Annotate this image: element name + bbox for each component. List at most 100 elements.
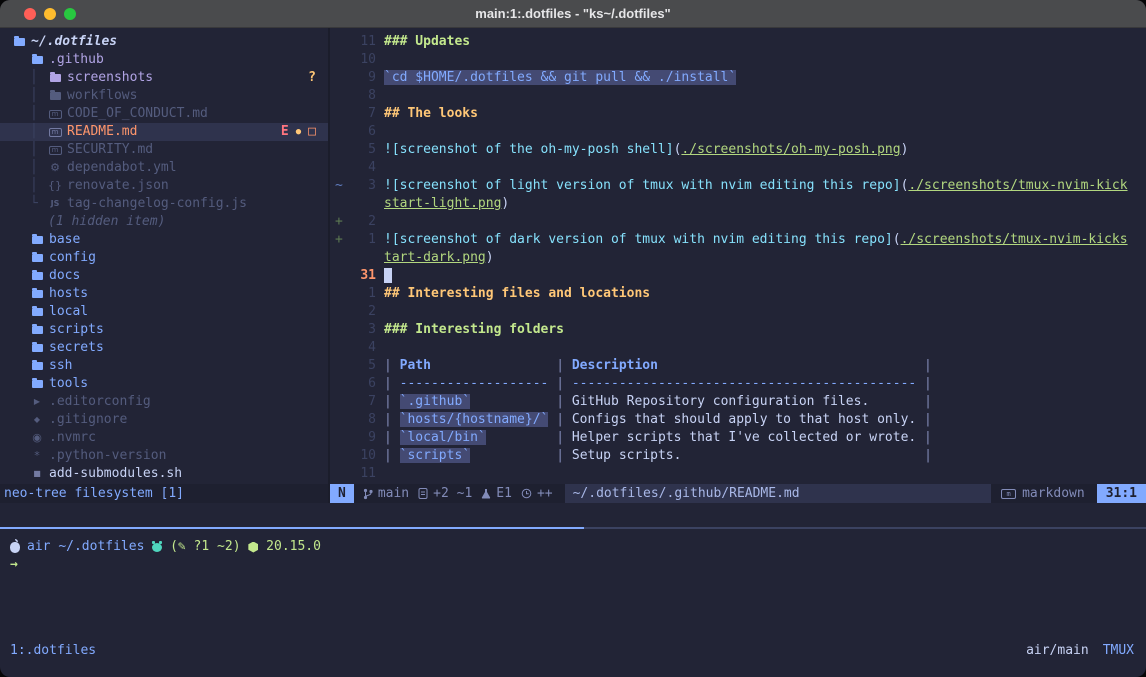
tree-item-nvmrc[interactable]: ◉.nvmrc: [0, 429, 328, 447]
tree-item-hosts[interactable]: hosts: [0, 285, 328, 303]
tree-item-1-hidden-item[interactable]: (1 hidden item): [0, 213, 328, 231]
tree-item-secrets[interactable]: secrets: [0, 339, 328, 357]
file-tree: ~/.dotfiles.github│screenshots?│workflow…: [0, 28, 328, 484]
tree-item-renovate-json[interactable]: │{}renovate.json: [0, 177, 328, 195]
gutter-sign: [330, 123, 346, 141]
editor-line[interactable]: 6| ------------------- | ---------------…: [330, 375, 1146, 393]
tree-item-scripts[interactable]: scripts: [0, 321, 328, 339]
command-line: [0, 503, 1146, 527]
tree-item-security-md[interactable]: │mSECURITY.md: [0, 141, 328, 159]
tree-item-local[interactable]: local: [0, 303, 328, 321]
tree-item-dotfiles[interactable]: ~/.dotfiles: [0, 33, 328, 51]
line-text: [384, 339, 1146, 357]
line-number: 9: [346, 429, 376, 447]
editor-line[interactable]: 31: [330, 267, 1146, 285]
shell-pane[interactable]: air ~/.dotfiles (✎ ?1 ~2) 20.15.0 →: [0, 529, 1146, 640]
tree-item-gitignore[interactable]: ◆ .gitignore: [0, 411, 328, 429]
gutter-sign: [330, 69, 346, 87]
editor-line[interactable]: 9`cd $HOME/.dotfiles && git pull && ./in…: [330, 69, 1146, 87]
tree-item-label: workflows: [67, 87, 137, 105]
editor-line[interactable]: 1## Interesting files and locations: [330, 285, 1146, 303]
line-text: ## Interesting files and locations: [384, 285, 1146, 303]
tmux-window-tab[interactable]: 1:.dotfiles: [0, 642, 96, 660]
folder-icon: [48, 92, 62, 100]
prompt-input-line[interactable]: →: [10, 556, 1146, 574]
tmux-pane-border[interactable]: [0, 527, 1146, 529]
minimize-button[interactable]: [44, 8, 56, 20]
shell-prompt: air ~/.dotfiles (✎ ?1 ~2) 20.15.0: [10, 538, 1146, 556]
md-icon: m: [48, 128, 62, 137]
editor-line[interactable]: 5![screenshot of the oh-my-posh shell](.…: [330, 141, 1146, 159]
editor-buffer[interactable]: 11### Updates109`cd $HOME/.dotfiles && g…: [330, 28, 1146, 484]
tree-item-ssh[interactable]: ssh: [0, 357, 328, 375]
tree-item-base[interactable]: base: [0, 231, 328, 249]
gutter-sign: [330, 33, 346, 51]
tree-item-tag-changelog-config-js[interactable]: └JStag-changelog-config.js: [0, 195, 328, 213]
gutter-sign: [330, 105, 346, 123]
editor-line[interactable]: 5 | Path | Description |: [330, 357, 1146, 375]
editor-line[interactable]: 11### Updates: [330, 33, 1146, 51]
cursor-position: 31:1: [1097, 484, 1146, 503]
gutter-sign: [330, 249, 346, 267]
editor-line[interactable]: +1![screenshot of dark version of tmux w…: [330, 231, 1146, 249]
tree-item-editorconfig[interactable]: ▶.editorconfig: [0, 393, 328, 411]
git-untracked-badge: ?: [308, 69, 328, 87]
editor-line[interactable]: 8: [330, 87, 1146, 105]
tree-item-tools[interactable]: tools: [0, 375, 328, 393]
active-pane-border: [0, 527, 584, 529]
editor-line[interactable]: 4: [330, 339, 1146, 357]
tree-item-code-of-conduct-md[interactable]: │mCODE_OF_CONDUCT.md: [0, 105, 328, 123]
tree-item-workflows[interactable]: │workflows: [0, 87, 328, 105]
line-number: 9: [346, 69, 376, 87]
square-icon: ■: [30, 465, 44, 483]
editor-line[interactable]: 9| `local/bin` | Helper scripts that I'v…: [330, 429, 1146, 447]
line-number: 7: [346, 105, 376, 123]
tree-item-github[interactable]: .github: [0, 51, 328, 69]
editor-line[interactable]: tart-dark.png): [330, 249, 1146, 267]
titlebar[interactable]: main:1:.dotfiles - "ks~/.dotfiles": [0, 0, 1146, 28]
node-icon: [248, 542, 258, 553]
gutter-sign: [330, 267, 346, 285]
tree-item-label: .gitignore: [49, 411, 127, 429]
terminal-content: ~/.dotfiles.github│screenshots?│workflow…: [0, 28, 1146, 677]
tree-item-screenshots[interactable]: │screenshots?: [0, 69, 328, 87]
editor-line[interactable]: 8| `hosts/{hostname}/` | Configs that sh…: [330, 411, 1146, 429]
editor-line[interactable]: 2: [330, 303, 1146, 321]
play-icon: ▶: [30, 393, 44, 411]
folder-icon: [30, 362, 44, 370]
editor-line[interactable]: start-light.png): [330, 195, 1146, 213]
tree-item-python-version[interactable]: *.python-version: [0, 447, 328, 465]
line-text: [384, 267, 1146, 285]
editor-line[interactable]: 4: [330, 159, 1146, 177]
close-button[interactable]: [24, 8, 36, 20]
diamond-icon: ◆: [30, 411, 44, 429]
line-text: start-light.png): [384, 195, 1146, 213]
tree-item-label: tag-changelog-config.js: [67, 195, 247, 213]
folder-icon: [30, 290, 44, 298]
editor-line[interactable]: 10| `scripts` | Setup scripts. |: [330, 447, 1146, 465]
zoom-button[interactable]: [64, 8, 76, 20]
editor-line[interactable]: 7## The looks: [330, 105, 1146, 123]
editor-line[interactable]: 10: [330, 51, 1146, 69]
tmux-badge: TMUX: [1103, 642, 1134, 660]
editor-line[interactable]: ~3![screenshot of light version of tmux …: [330, 177, 1146, 195]
editor-line[interactable]: 11: [330, 465, 1146, 483]
git-status-counts: ?1 ~2: [194, 538, 233, 556]
editor-line[interactable]: 6: [330, 123, 1146, 141]
tree-item-docs[interactable]: docs: [0, 267, 328, 285]
editor-pane[interactable]: 11### Updates109`cd $HOME/.dotfiles && g…: [330, 28, 1146, 503]
tree-item-config[interactable]: config: [0, 249, 328, 267]
editor-line[interactable]: +2: [330, 213, 1146, 231]
prompt-char: →: [10, 556, 18, 574]
line-text: | `scripts` | Setup scripts. |: [384, 447, 1146, 465]
tree-item-add-submodules-sh[interactable]: ■add-submodules.sh: [0, 465, 328, 483]
tree-item-readme-md[interactable]: │mREADME.mdE●□: [0, 123, 328, 141]
line-text: | Path | Description |: [384, 357, 1146, 375]
folder-icon: [30, 326, 44, 334]
line-text: ### Updates: [384, 33, 1146, 51]
editor-line[interactable]: 3### Interesting folders: [330, 321, 1146, 339]
editor-line[interactable]: 7| `.github` | GitHub Repository configu…: [330, 393, 1146, 411]
tree-item-dependabot-yml[interactable]: │⚙dependabot.yml: [0, 159, 328, 177]
line-number: 5: [346, 357, 376, 375]
line-text: ![screenshot of light version of tmux wi…: [384, 177, 1146, 195]
